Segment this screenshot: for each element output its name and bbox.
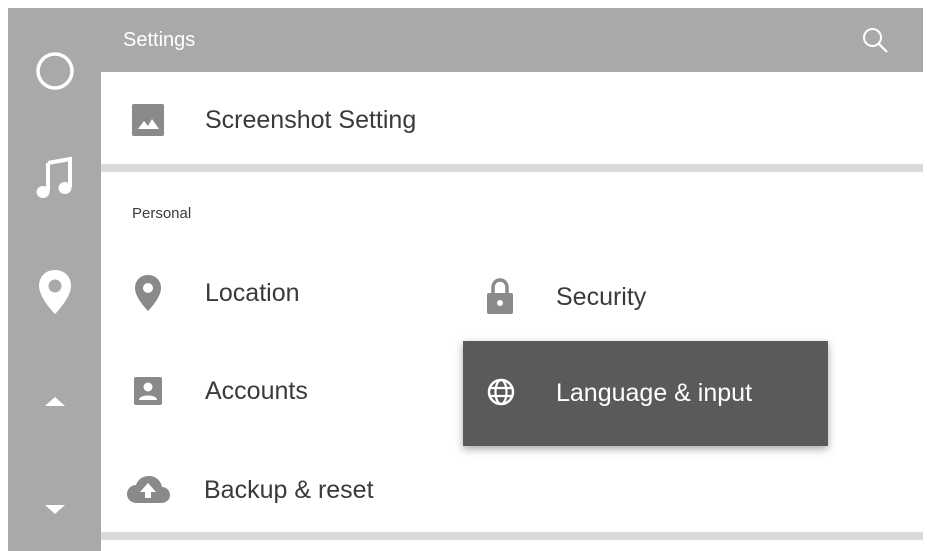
nav-rail: [8, 8, 101, 551]
location-item[interactable]: Location: [122, 263, 300, 323]
screenshot-setting-label: Screenshot Setting: [205, 105, 417, 134]
security-label: Security: [556, 282, 647, 311]
accounts-item[interactable]: Accounts: [122, 361, 308, 421]
divider: [101, 164, 923, 172]
music-note-icon[interactable]: [8, 148, 101, 208]
cloud-upload-icon: [122, 468, 174, 512]
section-header-personal: Personal: [132, 205, 192, 222]
search-icon[interactable]: [859, 24, 891, 56]
app-bar: Settings: [101, 8, 923, 72]
arrow-up-icon[interactable]: [8, 386, 101, 416]
security-item[interactable]: Security: [474, 267, 646, 327]
location-pin-icon: [122, 271, 174, 315]
divider: [101, 532, 923, 540]
language-input-label: Language & input: [556, 379, 753, 407]
language-input-item[interactable]: Language & input: [463, 341, 828, 446]
backup-reset-label: Backup & reset: [204, 475, 374, 504]
home-circle-icon[interactable]: [8, 42, 101, 100]
globe-icon: [481, 372, 521, 412]
account-box-icon: [122, 369, 174, 413]
image-icon: [122, 98, 174, 142]
lock-icon: [474, 275, 526, 319]
screenshot-setting-item[interactable]: Screenshot Setting: [122, 90, 416, 150]
arrow-down-icon[interactable]: [8, 494, 101, 524]
backup-reset-item[interactable]: Backup & reset: [122, 460, 374, 520]
accounts-label: Accounts: [205, 376, 308, 405]
location-label: Location: [205, 278, 300, 307]
location-pin-icon[interactable]: [8, 260, 101, 324]
page-title: Settings: [123, 29, 196, 51]
